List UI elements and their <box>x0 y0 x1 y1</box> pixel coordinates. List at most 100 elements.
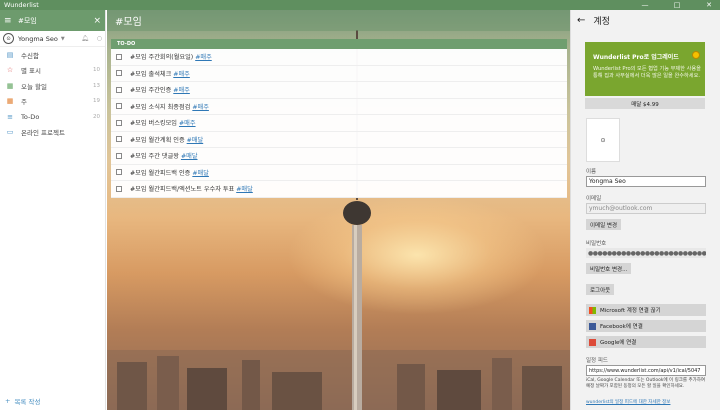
search-input[interactable]: #모임 <box>16 16 93 26</box>
sidebar-item-count: 10 <box>93 67 100 74</box>
task-row[interactable]: #모임 월간피드백/엑션노트 우수자 투표 #매달 <box>111 181 567 198</box>
task-tag[interactable]: #매달 <box>236 184 253 193</box>
profile-picture[interactable]: ⊙ <box>586 118 620 162</box>
user-name: Yongma Seo <box>18 34 58 43</box>
task-row[interactable]: #모임 월간계획 인증 #매달 <box>111 132 567 148</box>
task-title: #모임 주간인증 <box>130 87 174 95</box>
task-title: #모임 주간회의(월요일) <box>130 54 196 62</box>
chevron-down-icon[interactable]: ▼ <box>61 36 65 42</box>
window-titlebar: Wunderlist — □ ✕ <box>0 0 720 10</box>
microsoft-link-label: Microsoft 계정 연결 끊기 <box>600 308 661 314</box>
task-checkbox[interactable] <box>116 53 122 60</box>
task-title: #모임 소식지 최종점검 <box>130 103 193 111</box>
calendar-feed-label: 일정 피드 <box>586 358 608 364</box>
star-icon: ☆ <box>6 66 14 75</box>
pro-badge-icon <box>692 51 700 59</box>
facebook-link-button[interactable]: Facebook에 연결 <box>586 320 706 332</box>
sidebar-item[interactable]: ≡ To-Do 20 <box>0 109 105 125</box>
sidebar-item-label: 오늘 할일 <box>21 82 47 91</box>
microsoft-icon <box>589 306 596 314</box>
pro-description: Wunderlist Pro의 모든 협업 기능 무제한 사용을 통해 집과 사… <box>593 66 701 79</box>
list-icon: ≡ <box>7 112 13 121</box>
panel-title: 계정 <box>593 17 610 27</box>
email-field: ymuch@outlook.com <box>586 203 706 214</box>
list-header: #모임 <box>107 10 570 31</box>
sidebar-item[interactable]: ▦ 주 19 <box>0 94 105 110</box>
task-tag[interactable]: #매달 <box>187 135 204 144</box>
avatar: ⊙ <box>3 33 14 44</box>
add-list-button[interactable]: + 목록 작성 <box>5 396 40 406</box>
bell-icon[interactable]: 🔔︎ <box>81 35 89 42</box>
comment-icon[interactable]: ○ <box>97 35 102 42</box>
close-window-button[interactable]: ✕ <box>704 1 714 9</box>
task-row[interactable]: #모임 주간 댓글왕 #매달 <box>111 148 567 165</box>
password-label: 비밀번호 <box>586 241 607 247</box>
sidebar-item-count: 13 <box>93 82 100 89</box>
task-row[interactable]: #모임 주간회의(월요일) #매주 <box>111 49 567 66</box>
sidebar-item-count: 19 <box>93 98 100 105</box>
task-checkbox[interactable] <box>116 103 122 110</box>
google-link-button[interactable]: Google에 연결 <box>586 336 706 348</box>
sidebar-item-label: 별 표시 <box>21 67 42 76</box>
task-row[interactable]: #모임 버스킹모임 #매주 <box>111 115 567 132</box>
logout-button[interactable]: 로그아웃 <box>586 284 615 295</box>
task-tag[interactable]: #매주 <box>179 118 196 127</box>
window-title: Wunderlist <box>4 1 39 9</box>
hamburger-menu-icon[interactable]: ≡ <box>4 16 16 26</box>
task-checkbox[interactable] <box>116 136 122 143</box>
task-checkbox[interactable] <box>116 169 122 176</box>
section-header: TO-DO <box>111 39 567 49</box>
user-row[interactable]: ⊙ Yongma Seo ▼ 🔔︎ ○ <box>0 31 105 47</box>
inbox-icon: ▤ <box>6 50 14 59</box>
add-list-label: 목록 작성 <box>14 398 41 406</box>
task-tag[interactable]: #매주 <box>173 69 190 78</box>
change-password-button[interactable]: 비밀번호 변경... <box>586 263 632 274</box>
email-label: 이메일 <box>586 196 602 202</box>
task-tag[interactable]: #매주 <box>195 52 212 61</box>
task-tag[interactable]: #매달 <box>192 168 209 177</box>
account-panel: ← 계정 Wunderlist Pro로 업그레이드 Wunderlist Pr… <box>570 10 720 410</box>
task-tag[interactable]: #매달 <box>181 151 198 160</box>
back-arrow-icon[interactable]: ← <box>577 15 585 26</box>
sidebar-item[interactable]: ☆ 별 표시 10 <box>0 63 105 79</box>
search-bar: ≡ #모임 × <box>0 10 105 31</box>
pro-title: Wunderlist Pro로 업그레이드 <box>593 54 679 61</box>
task-tag[interactable]: #매주 <box>173 85 190 94</box>
task-row[interactable]: #모임 주간인증 #매주 <box>111 82 567 99</box>
facebook-link-label: Facebook에 연결 <box>600 324 643 330</box>
maximize-button[interactable]: □ <box>672 1 682 9</box>
task-title: #모임 월간피드백/엑션노트 우수자 투표 <box>130 186 237 194</box>
task-checkbox[interactable] <box>116 86 122 93</box>
calendar-feed-field[interactable]: https://www.wunderlist.com/api/v1/ical/5… <box>586 365 706 376</box>
task-checkbox[interactable] <box>116 152 122 159</box>
sidebar-item-label: 주 <box>21 98 27 107</box>
task-row[interactable]: #모임 월간피드백 인증 #매달 <box>111 165 567 181</box>
password-field: ●●●●●●●●●●●●●●●●●●●●●●●●●●● <box>586 248 706 258</box>
task-checkbox[interactable] <box>116 70 122 77</box>
change-email-button[interactable]: 이메일 변경 <box>586 219 622 230</box>
task-row[interactable]: #모임 소식지 최종점검 #매주 <box>111 99 567 115</box>
sidebar-item-label: 온라인 프로젝트 <box>21 129 65 138</box>
calendar-feed-info-link[interactable]: wunderlist의 일정 피드에 대한 자세한 정보 <box>586 399 670 405</box>
plus-icon: + <box>5 397 11 405</box>
task-row[interactable]: #모임 출석체크 #매주 <box>111 66 567 82</box>
sidebar: ≡ #모임 × ⊙ Yongma Seo ▼ 🔔︎ ○ ▤ 수신함 ☆ 별 표시 10 ▦… <box>0 10 106 410</box>
task-list: TO-DO #모임 주간회의(월요일) #매주 #모임 출석체크 #매주 #모임 주… <box>111 39 567 198</box>
task-checkbox[interactable] <box>116 119 122 126</box>
calendar-feed-note: iCal, Google Calendar 또는 Outlook에 이 링크를 … <box>586 378 706 389</box>
sidebar-item[interactable]: ▭ 온라인 프로젝트 <box>0 125 105 141</box>
pro-upgrade-banner: Wunderlist Pro로 업그레이드 Wunderlist Pro의 모든… <box>585 42 705 96</box>
name-field[interactable]: Yongma Seo <box>586 176 706 187</box>
sidebar-item[interactable]: ▦ 오늘 할일 13 <box>0 78 105 94</box>
microsoft-link-button[interactable]: Microsoft 계정 연결 끊기 <box>586 304 706 316</box>
task-checkbox[interactable] <box>116 185 122 192</box>
sidebar-item[interactable]: ▤ 수신함 <box>0 47 105 63</box>
task-title: #모임 출석체크 <box>130 70 174 78</box>
panel-header: ← 계정 <box>571 10 720 31</box>
minimize-button[interactable]: — <box>640 1 650 9</box>
calendar-icon: ▦ <box>6 81 14 90</box>
subscribe-button[interactable]: 매달 $4.99 <box>585 98 705 109</box>
clear-search-icon[interactable]: × <box>93 16 101 26</box>
week-icon: ▦ <box>6 97 14 106</box>
task-tag[interactable]: #매주 <box>192 102 209 111</box>
